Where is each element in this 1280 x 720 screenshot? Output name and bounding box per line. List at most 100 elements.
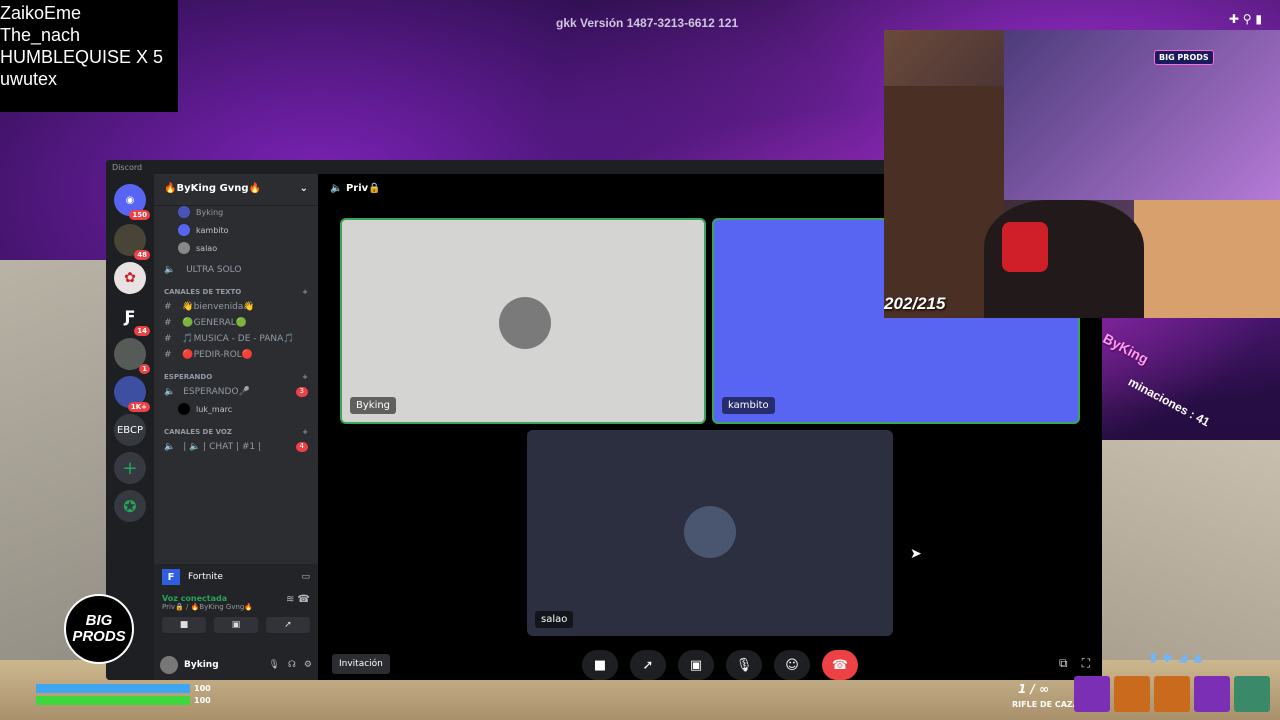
category-waiting[interactable]: ESPERANDO + — [154, 363, 318, 384]
camera-button[interactable]: ■ — [582, 650, 618, 680]
text-channel[interactable]: # 🟢GENERAL🟢 — [154, 315, 318, 331]
plus-icon[interactable]: + — [302, 373, 308, 381]
building-materials: ▮ ◆ ◢ ▲ — [1150, 650, 1202, 664]
home-button[interactable]: ◉ 150 — [114, 184, 150, 220]
channel-name: ESPERANDO🎤 — [183, 387, 250, 397]
activity-name: Fortnite — [188, 572, 223, 582]
chevron-down-icon: ⌄ — [299, 183, 308, 194]
plus-icon[interactable]: + — [302, 288, 308, 296]
activity-bar[interactable]: F Fortnite ▭ — [154, 564, 318, 590]
voice-user[interactable]: Byking — [154, 206, 318, 221]
logo-text: BIG — [85, 612, 113, 629]
video-tile[interactable]: salao — [527, 430, 893, 636]
disconnect-icon[interactable]: ☎ — [298, 594, 310, 605]
server-icon[interactable]: 48 — [114, 224, 150, 260]
avatar — [684, 506, 736, 558]
screen-share-button[interactable]: ▣ — [214, 617, 258, 633]
category-voice[interactable]: CANALES DE VOZ + — [154, 418, 318, 439]
voice-channel-chat1[interactable]: 🔈 | 🔈 | CHAT | #1 | 4 — [154, 439, 318, 455]
text-channel[interactable]: # 👋bienvenida👋 — [154, 299, 318, 315]
popout-icon[interactable]: ⧉ — [1059, 656, 1068, 671]
hotbar-slot[interactable] — [1234, 676, 1270, 712]
voice-channel-ultra-solo[interactable]: 🔈 ULTRA SOLO — [154, 257, 318, 278]
hash-icon: # — [164, 302, 172, 312]
activity-button[interactable]: ➚ — [630, 650, 666, 680]
viewer-name: The_nach — [0, 25, 81, 45]
activity-button[interactable]: ➚ — [266, 617, 310, 633]
floor-icon: ◆ — [1162, 650, 1172, 664]
gear-icon[interactable]: ⚙ — [304, 660, 312, 670]
channel-name: | 🔈 | CHAT | #1 | — [183, 442, 261, 452]
logo-text: PRODS — [72, 628, 126, 645]
server-ebcp[interactable]: EBCP — [114, 414, 146, 446]
server-icon[interactable]: ✿ — [114, 262, 146, 294]
shield-value: 100 — [194, 684, 211, 693]
monitor-icon[interactable]: ▭ — [301, 572, 310, 582]
add-server-button[interactable]: + — [114, 452, 146, 484]
voice-user-name: Byking — [196, 207, 224, 217]
voice-user[interactable]: kambito — [154, 221, 318, 239]
hangup-icon: ☎ — [831, 657, 849, 673]
mouse-cursor-icon: ➤ — [910, 546, 922, 562]
stairs-icon: ◢ — [1177, 650, 1188, 664]
leave-call-button[interactable]: ☎ — [822, 650, 858, 680]
microphone-icon[interactable]: 🎙 — [268, 660, 279, 670]
video-button[interactable]: ■ — [162, 617, 206, 633]
guild-header[interactable]: 🔥ByKing Gvng🔥 ⌄ — [154, 174, 318, 206]
camera-icon: ■ — [593, 657, 607, 673]
plus-icon[interactable]: + — [302, 428, 308, 436]
unread-badge: 14 — [134, 326, 150, 336]
hotbar-slot[interactable] — [1114, 676, 1150, 712]
headphones-icon[interactable]: ☊ — [288, 660, 296, 670]
user-panel: Byking 🎙 ☊ ⚙ — [154, 650, 318, 680]
voice-user[interactable]: luk_marc — [154, 400, 318, 418]
voice-user-name: salao — [196, 243, 218, 253]
hotbar-slot[interactable] — [1154, 676, 1190, 712]
user-count-badge: 4 — [295, 442, 308, 452]
discord-icon: ◉ — [125, 194, 135, 206]
viewer-counter: 202/215 — [884, 294, 946, 313]
category-label: CANALES DE VOZ — [164, 428, 232, 436]
eliminations-count: minaciones : 41 — [1125, 374, 1213, 430]
server-icon[interactable]: Ƒ 14 — [114, 300, 150, 336]
username[interactable]: Byking — [184, 660, 219, 670]
avatar — [178, 242, 190, 254]
hash-icon: # — [164, 318, 172, 328]
unread-badge: 48 — [134, 250, 150, 260]
viewer-names-overlay: ZaikoEme The_nach HUMBLEQUISE X 5 uwutex — [0, 0, 178, 112]
health-bar — [36, 696, 190, 705]
compass-icon: ✪ — [123, 496, 137, 516]
server-logo-icon: Ƒ — [124, 306, 136, 326]
explore-button[interactable]: ✪ — [114, 490, 146, 522]
screen-icon: ▣ — [689, 657, 703, 673]
participant-name: salao — [535, 611, 574, 628]
fullscreen-icon[interactable]: ⛶ — [1082, 656, 1090, 671]
emoji-button[interactable]: ☺ — [774, 650, 810, 680]
voice-status-panel: Voz conectada Priv🔒 / 🔥ByKing Gvng🔥 ≋ ☎ … — [154, 590, 318, 650]
hash-icon: # — [164, 350, 172, 360]
avatar[interactable] — [160, 656, 178, 674]
video-tile[interactable]: Byking — [340, 218, 706, 424]
server-icon[interactable]: 1K+ — [114, 376, 150, 412]
unread-badge: 1 — [139, 364, 150, 374]
voice-channel-waiting[interactable]: 🔈 ESPERANDO🎤 3 — [154, 384, 318, 400]
channel-name: 🟢GENERAL🟢 — [182, 318, 247, 328]
text-channel[interactable]: # 🔴PEDIR-ROL🔴 — [154, 347, 318, 363]
viewer-name: uwutex — [0, 69, 58, 89]
hotbar — [1074, 676, 1270, 712]
text-channel[interactable]: # 🎵MUSICA - DE - PANA🎵 — [154, 331, 318, 347]
voice-location[interactable]: Priv🔒 / 🔥ByKing Gvng🔥 — [162, 603, 253, 611]
hotbar-slot[interactable] — [1194, 676, 1230, 712]
invite-button[interactable]: Invitación — [332, 654, 390, 674]
camera-icon: ■ — [179, 620, 189, 630]
voice-user[interactable]: salao — [154, 239, 318, 257]
top-status-icons: ✚ ⚲ ▮ — [1228, 12, 1262, 26]
hotbar-slot[interactable] — [1074, 676, 1110, 712]
category-text[interactable]: CANALES DE TEXTO + — [154, 278, 318, 299]
webcam-background — [1134, 200, 1280, 318]
server-icon[interactable]: 1 — [114, 338, 150, 374]
mute-button[interactable]: 🎙 — [726, 650, 762, 680]
screen-share-button[interactable]: ▣ — [678, 650, 714, 680]
noise-suppression-icon[interactable]: ≋ — [286, 594, 294, 605]
ammo-count: 1 / ∞ — [1018, 682, 1050, 696]
